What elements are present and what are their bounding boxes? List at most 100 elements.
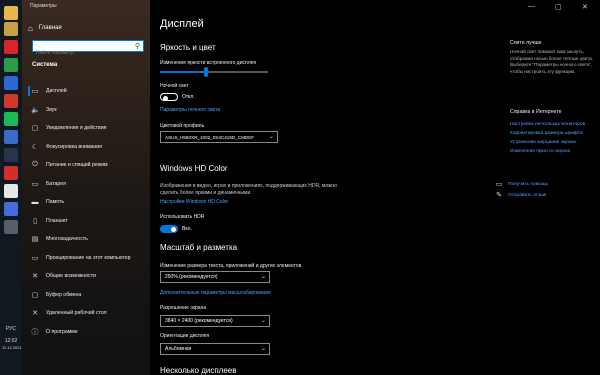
sidebar-item-label: Фокусировка внимания (46, 143, 102, 150)
minimize-icon[interactable]: — (528, 3, 535, 10)
yandex-icon[interactable] (4, 94, 18, 108)
orientation-select[interactable]: Альбомная ⌄ (160, 343, 270, 355)
sidebar-item-label: Питание и спящий режим (46, 162, 108, 169)
sidebar-item-icon: ✕ (32, 273, 38, 281)
search-input[interactable] (33, 48, 127, 58)
settings-icon[interactable] (4, 220, 18, 234)
sidebar-item[interactable]: ☾ Фокусировка внимания (28, 138, 150, 157)
sidebar-item-icon: ▯ (33, 217, 37, 225)
scale-size-label: Изменение размера текста, приложений и д… (160, 263, 302, 269)
sidebar-item[interactable]: ▬ Память (28, 193, 150, 212)
sidebar-item[interactable]: ▢ Буфер обмена (28, 286, 150, 305)
night-light-toggle[interactable] (160, 93, 178, 101)
search-icon[interactable]: ⚲ (135, 42, 140, 50)
scale-size-value: 250% (рекомендуется) (165, 274, 218, 280)
opera-icon[interactable] (4, 40, 18, 54)
sidebar-item-label: Память (46, 199, 65, 206)
orientation-value: Альбомная (165, 346, 192, 352)
sidebar-item-icon: ✕ (32, 310, 38, 318)
close-icon[interactable]: ✕ (582, 3, 588, 11)
sidebar-item-icon: ▭ (31, 180, 39, 188)
sleep-better-description: Ночной свет поможет вам заснуть, отображ… (510, 49, 594, 74)
home-label: Главная (38, 25, 62, 31)
maximize-icon[interactable]: ▢ (555, 3, 562, 11)
sidebar-item[interactable]: ▭ Проецирование на этот компьютер (28, 249, 150, 268)
chevron-down-icon: ⌄ (268, 134, 274, 140)
feedback-link[interactable]: ✎ Отправить отзыв (495, 191, 546, 199)
chevron-down-icon: ⌄ (260, 346, 266, 352)
get-help-label: Получить помощь (508, 181, 549, 187)
night-light-settings-link[interactable]: Параметры ночного света (160, 107, 220, 113)
section-title: Система (32, 62, 58, 68)
sidebar-item[interactable]: ▤ Многозадачность (28, 230, 150, 249)
resolution-value: 3840 × 2400 (рекомендуется) (165, 318, 233, 324)
search-box[interactable]: ⚲ (32, 40, 144, 58)
sidebar-item-label: Буфер обмена (46, 291, 82, 298)
clock-date[interactable]: 11.12.2021 (2, 345, 22, 350)
sidebar-item[interactable]: ▢ Уведомления и действия (28, 119, 150, 138)
sidebar-item[interactable]: ✕ Общие возможности (28, 267, 150, 286)
resolution-select[interactable]: 3840 × 2400 (рекомендуется) ⌄ (160, 315, 270, 327)
sidebar-item-label: Дисплей (46, 88, 67, 95)
vpn-icon[interactable] (4, 76, 18, 90)
chevron-down-icon: ⌄ (260, 274, 266, 280)
app-icon[interactable] (4, 130, 18, 144)
folder-icon[interactable] (4, 22, 18, 36)
sidebar-item-icon: ▤ (31, 236, 39, 244)
explorer-icon[interactable] (4, 6, 18, 20)
page-title: Дисплей (160, 18, 204, 30)
resolution-label: Разрешение экрана (160, 305, 207, 311)
sidebar-item-icon: ▢ (31, 291, 39, 299)
get-help-link[interactable]: ▭ Получить помощь (495, 180, 548, 188)
language-indicator[interactable]: РУС (2, 326, 20, 332)
clock-time[interactable]: 12:02 (2, 338, 20, 344)
color-profile-label: Цветовой профиль (160, 123, 205, 129)
zoom-icon[interactable] (4, 202, 18, 216)
advanced-scaling-link[interactable]: Дополнительные параметры масштабирования (160, 290, 271, 296)
sleep-better-title: Спите лучше (510, 40, 542, 46)
settings-content: — ▢ ✕ Дисплей Яркость и цвет Изменение я… (150, 0, 600, 375)
sidebar-item[interactable]: 🔈 Звук (28, 101, 150, 120)
sidebar-item-icon: ⏻ (32, 161, 38, 169)
feedback-label: Отправить отзыв (508, 192, 547, 198)
help-link[interactable]: Устранение мерцания экрана (510, 140, 576, 145)
scale-size-select[interactable]: 250% (рекомендуется) ⌄ (160, 271, 270, 283)
sidebar-item-label: Многозадачность (46, 236, 88, 243)
color-profile-select[interactable]: ASUS_H560XR_1002_0S4C415D_CMDEF ⌄ (160, 131, 278, 143)
use-hdr-toggle[interactable] (160, 225, 178, 233)
sidebar-item[interactable]: ▯ Планшет (28, 212, 150, 231)
sidebar-item[interactable]: ▭ Батарея (28, 175, 150, 194)
orientation-label: Ориентация дисплея (160, 333, 210, 339)
multi-display-heading: Несколько дисплеев (160, 366, 237, 375)
hdr-settings-link[interactable]: Настройки Windows HD Color (160, 199, 228, 205)
steam-icon[interactable] (4, 148, 18, 162)
sidebar-item[interactable]: ⏻ Питание и спящий режим (28, 156, 150, 175)
taskbar: РУС 12:02 11.12.2021 (0, 0, 22, 375)
brightness-heading: Яркость и цвет (160, 43, 216, 52)
spotify-icon[interactable] (4, 112, 18, 126)
sidebar-item-icon: ☾ (31, 143, 39, 151)
sidebar-item-label: Уведомления и действия (46, 125, 107, 132)
chrome-icon[interactable] (4, 58, 18, 72)
help-link[interactable]: Настройка нескольких мониторов (510, 122, 585, 127)
sidebar-item-icon: 🔈 (31, 106, 40, 114)
sidebar-item-icon: ▭ (31, 88, 39, 96)
video-icon[interactable] (4, 166, 18, 180)
feedback-icon: ✎ (496, 192, 502, 199)
help-link[interactable]: Корректировка размера шрифта (510, 131, 583, 136)
sidebar-item[interactable]: ✕ Удаленный рабочий стол (28, 304, 150, 323)
scale-heading: Масштаб и разметка (160, 243, 238, 252)
sidebar-item-icon: ⓘ (31, 328, 39, 336)
notes-icon[interactable] (4, 184, 18, 198)
sidebar-item-label: Планшет (46, 217, 68, 224)
sidebar-item-label: Проецирование на этот компьютер (46, 254, 131, 261)
home-icon: ⌂ (28, 23, 33, 33)
sidebar-item[interactable]: ⓘ О программе (28, 323, 150, 342)
brightness-slider[interactable] (160, 67, 268, 77)
sidebar-item[interactable]: ▭ Дисплей (28, 82, 150, 101)
brightness-slider-thumb[interactable] (204, 67, 209, 77)
help-chat-icon: ▭ (495, 181, 503, 188)
sidebar-item-icon: ▬ (31, 198, 39, 206)
help-link[interactable]: Изменение яркости экрана (510, 149, 570, 154)
home-link[interactable]: ⌂ Главная (28, 23, 62, 33)
